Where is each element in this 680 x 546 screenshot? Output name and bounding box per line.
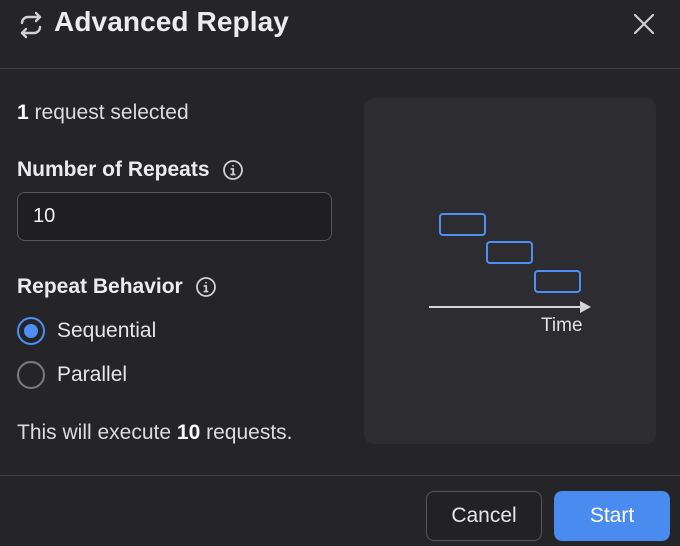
radio-parallel-label: Parallel	[57, 363, 128, 386]
radio-sequential-label: Sequential	[57, 319, 157, 342]
dialog-header: Advanced Replay	[0, 0, 680, 68]
request-block-1	[439, 213, 486, 236]
dialog-title: Advanced Replay	[54, 6, 289, 37]
request-block-3	[534, 270, 581, 293]
time-axis-label: Time	[541, 315, 583, 336]
selection-summary: 1 request selected	[17, 101, 189, 125]
request-block-2	[486, 241, 533, 264]
selection-count: 1	[17, 101, 29, 124]
execution-summary: This will execute 10 requests.	[17, 421, 293, 445]
close-button[interactable]	[628, 8, 660, 40]
repeats-input[interactable]	[17, 192, 332, 241]
behavior-label-row: Repeat Behavior	[17, 275, 217, 299]
footer-divider	[0, 475, 680, 476]
repeats-label: Number of Repeats	[17, 158, 210, 181]
time-axis-arrowhead	[580, 301, 591, 313]
cancel-button[interactable]: Cancel	[426, 491, 542, 541]
repeats-label-row: Number of Repeats	[17, 158, 244, 182]
selection-text: request selected	[34, 101, 189, 124]
radio-button-selected[interactable]	[17, 317, 45, 345]
radio-button-unselected[interactable]	[17, 361, 45, 389]
behavior-label: Repeat Behavior	[17, 275, 183, 298]
execution-prefix: This will execute	[17, 421, 172, 444]
execution-count: 10	[176, 421, 201, 444]
radio-parallel[interactable]: Parallel	[17, 361, 127, 389]
execution-suffix: requests.	[206, 421, 293, 444]
sequential-preview-diagram: Time	[364, 98, 656, 444]
info-icon[interactable]	[195, 276, 217, 298]
info-icon[interactable]	[222, 159, 244, 181]
replay-arrows-icon	[16, 10, 46, 40]
header-divider	[0, 68, 680, 69]
radio-sequential[interactable]: Sequential	[17, 317, 156, 345]
start-button[interactable]: Start	[554, 491, 670, 541]
close-icon	[628, 13, 660, 44]
